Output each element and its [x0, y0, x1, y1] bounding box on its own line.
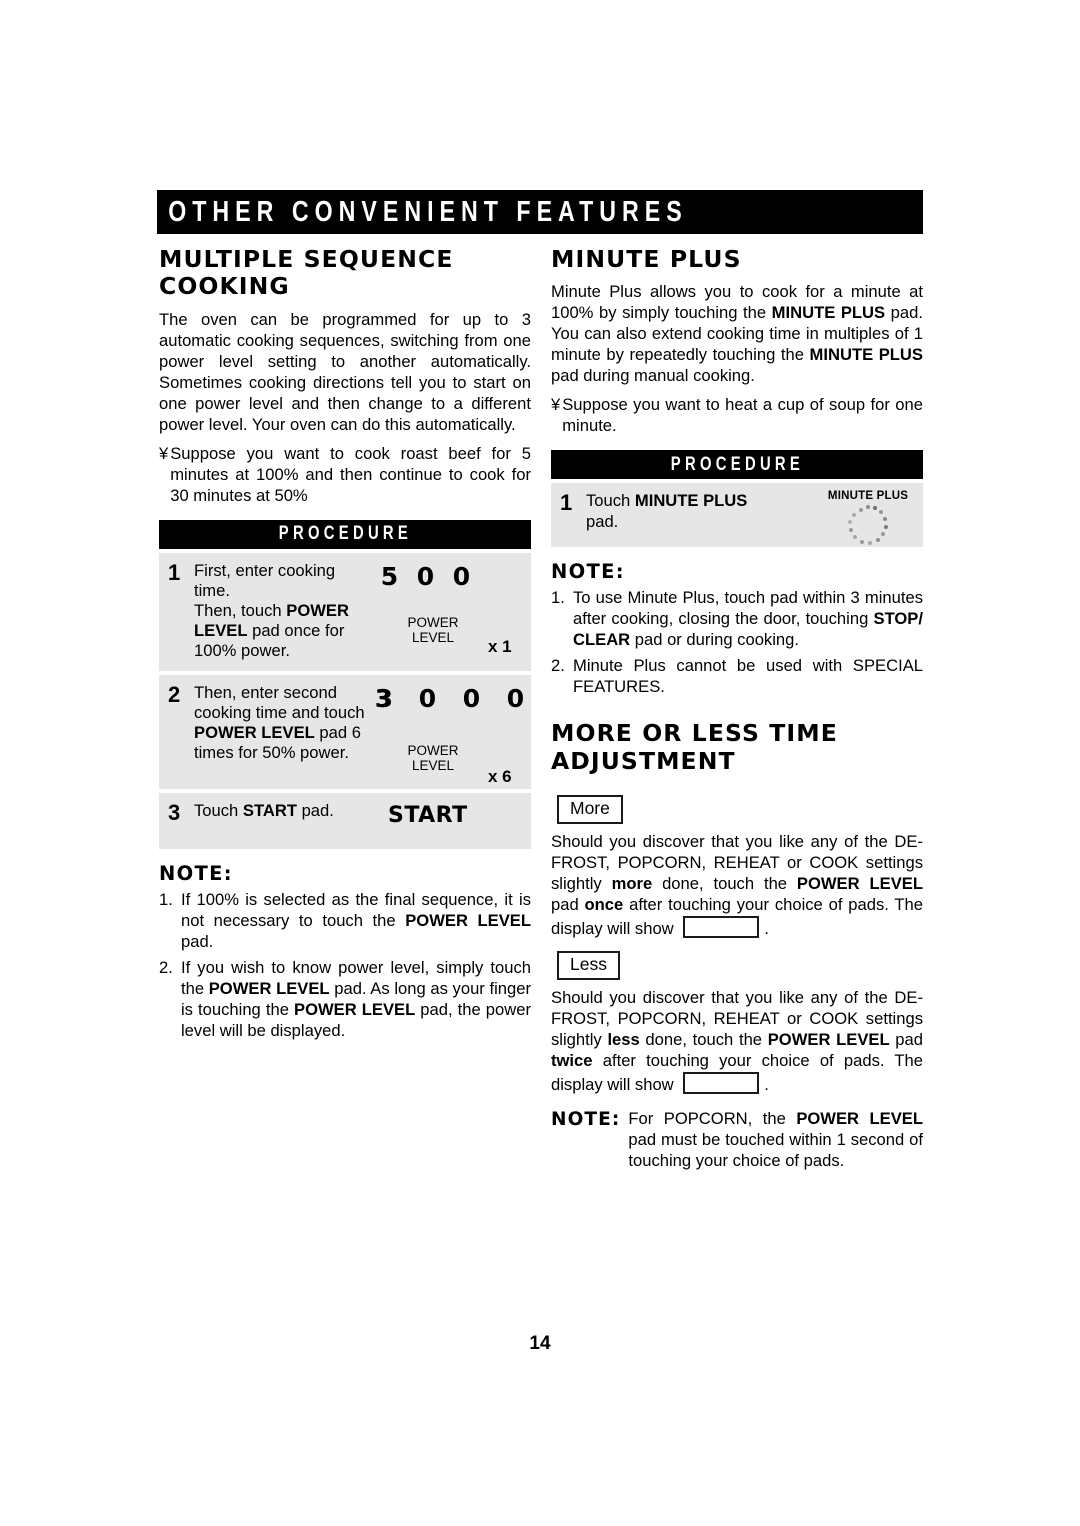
display-digits: 5 0 0: [372, 559, 523, 591]
example-bullet-text: Suppose you want to heat a cup of soup f…: [562, 395, 923, 436]
note-text: For POPCORN, the POWER LEVEL pad must be…: [628, 1109, 923, 1171]
step-text-bold: MINUTE PLUS: [634, 491, 748, 511]
step-text-a: Then, enter second cooking time and touc…: [194, 682, 365, 722]
page-title-minute-plus: MINUTE PLUS: [551, 245, 742, 273]
step-instruction: Touch MINUTE PLUS pad.: [586, 489, 764, 538]
note-list: 1. To use Minute Plus, touch pad within …: [551, 588, 923, 698]
note-text: If you wish to know power level, simply …: [181, 957, 531, 1040]
procedure-box-minute-plus: PROCEDURE 1 Touch MINUTE PLUS pad. MINUT…: [551, 450, 923, 548]
note-number: 2.: [159, 957, 173, 977]
procedure-step-2: 2 Then, enter second cooking time and to…: [159, 674, 531, 789]
procedure-step-1: 1 Touch MINUTE PLUS pad. MINUTE PLUS: [551, 483, 923, 548]
display-digits: 3 0 0 0: [362, 681, 538, 713]
step-number: 1: [560, 490, 573, 516]
step-number: 3: [168, 799, 181, 825]
step-text-bold: POWER LEVEL: [194, 722, 315, 742]
popcorn-note: NOTE: For POPCORN, the POWER LEVEL pad m…: [551, 1108, 923, 1171]
left-column: MULTIPLE SEQUENCE COOKING The oven can b…: [159, 245, 531, 1047]
example-bullet: ¥ Suppose you want to cook roast beef fo…: [159, 444, 531, 507]
page-number: 14: [529, 1333, 551, 1354]
step-number: 2: [168, 681, 181, 707]
note-heading: NOTE:: [159, 861, 233, 885]
procedure-step-1: 1 First, enter cooking time. Then, touch…: [159, 552, 531, 671]
step-text-b: pad.: [586, 511, 619, 531]
pad-label-line2: LEVEL: [411, 629, 455, 645]
digit: 5: [380, 561, 400, 591]
bullet-marker-icon: ¥: [159, 443, 169, 463]
less-description: Should you discover that you like any of…: [551, 988, 923, 1095]
step-visual: 5 0 0 POWER LEVEL x 1: [372, 559, 523, 662]
digit: 0: [416, 561, 436, 591]
pad-press-count: x 1: [488, 636, 512, 656]
right-column: MINUTE PLUS Minute Plus allows you to co…: [551, 245, 924, 1171]
banner-title: OTHER CONVENIENT FEATURES: [168, 195, 688, 228]
step-text-bold: START: [242, 800, 297, 820]
less-tag-container: Less: [551, 940, 923, 988]
note-text: To use Minute Plus, touch pad within 3 m…: [573, 588, 923, 650]
note-number: 2.: [551, 656, 565, 676]
procedure-header-label: PROCEDURE: [278, 523, 412, 545]
digit: 0: [462, 683, 482, 713]
section-banner: OTHER CONVENIENT FEATURES: [157, 190, 923, 234]
step-text-a: First, enter cooking time.: [194, 560, 336, 600]
pad-press-count: x 6: [488, 766, 512, 786]
note-text: If 100% is selected as the final sequenc…: [181, 889, 532, 951]
display-readout-box: [683, 916, 760, 939]
step-text-b: pad.: [296, 800, 334, 820]
digit: 0: [506, 683, 526, 713]
intro-paragraph: The oven can be programmed for up to 3 a…: [159, 309, 531, 434]
note-label: NOTE:: [551, 1109, 621, 1131]
step-visual: START: [372, 799, 523, 840]
procedure-header: PROCEDURE: [551, 450, 923, 480]
power-level-pad-icon: POWER LEVEL: [396, 743, 470, 773]
step-text-b: Then, touch: [194, 601, 287, 621]
digit: 0: [452, 561, 472, 591]
procedure-step-3: 3 Touch START pad. START: [159, 792, 531, 849]
less-tag: Less: [557, 951, 620, 981]
document-page: OTHER CONVENIENT FEATURES MULTIPLE SEQUE…: [157, 0, 923, 1526]
procedure-header-label: PROCEDURE: [670, 453, 804, 475]
dotted-circle-icon: [846, 505, 890, 547]
step-text-a: Touch: [586, 491, 635, 511]
note-number: 1.: [159, 889, 173, 909]
note-item: 1. To use Minute Plus, touch pad within …: [551, 588, 923, 651]
note-item: 1. If 100% is selected as the final sequ…: [159, 890, 531, 953]
bullet-marker-icon: ¥: [551, 395, 561, 415]
digit: 3: [362, 684, 406, 713]
display-readout-box: [683, 1072, 760, 1095]
more-tag-container: More: [551, 784, 923, 832]
step-visual: MINUTE PLUS: [764, 489, 915, 546]
step-instruction: Then, enter second cooking time and touc…: [194, 681, 372, 780]
procedure-header: PROCEDURE: [159, 519, 531, 549]
step-number: 1: [168, 559, 181, 585]
note-number: 1.: [551, 588, 565, 608]
note-text: Minute Plus cannot be used with SPECIAL …: [573, 656, 923, 697]
note-item: 2. Minute Plus cannot be used with SPECI…: [551, 656, 923, 698]
step-text-a: Touch: [194, 800, 243, 820]
minute-plus-paragraph: Minute Plus allows you to cook for a min…: [551, 282, 923, 386]
example-bullet: ¥ Suppose you want to heat a cup of soup…: [551, 395, 923, 437]
minute-plus-pad-icon: MINUTE PLUS: [808, 490, 928, 547]
example-bullet-text: Suppose you want to cook roast beef for …: [170, 443, 531, 505]
page-title-more-or-less: MORE OR LESS TIME ADJUSTMENT: [551, 719, 838, 775]
digit: 0: [418, 683, 438, 713]
note-list: 1. If 100% is selected as the final sequ…: [159, 890, 531, 1042]
power-level-pad-icon: POWER LEVEL: [396, 615, 470, 645]
note-heading: NOTE:: [551, 560, 625, 584]
start-pad-icon: START: [388, 802, 468, 828]
pad-label: MINUTE PLUS: [827, 490, 909, 503]
step-visual: 3 0 0 0 POWER LEVEL x 6: [372, 681, 538, 786]
step-instruction: Touch START pad.: [194, 799, 372, 840]
pad-label-line1: POWER: [407, 614, 459, 630]
procedure-box-multiple-sequence: PROCEDURE 1 First, enter cooking time. T…: [159, 519, 531, 849]
pad-label-line2: LEVEL: [411, 757, 455, 773]
step-instruction: First, enter cooking time. Then, touch P…: [194, 559, 372, 662]
page-title-multiple-sequence-cooking: MULTIPLE SEQUENCE COOKING: [159, 245, 454, 301]
pad-label-line1: POWER: [407, 742, 459, 758]
more-tag: More: [557, 795, 623, 825]
note-item: 2. If you wish to know power level, simp…: [159, 958, 531, 1042]
more-description: Should you discover that you like any of…: [551, 832, 924, 939]
